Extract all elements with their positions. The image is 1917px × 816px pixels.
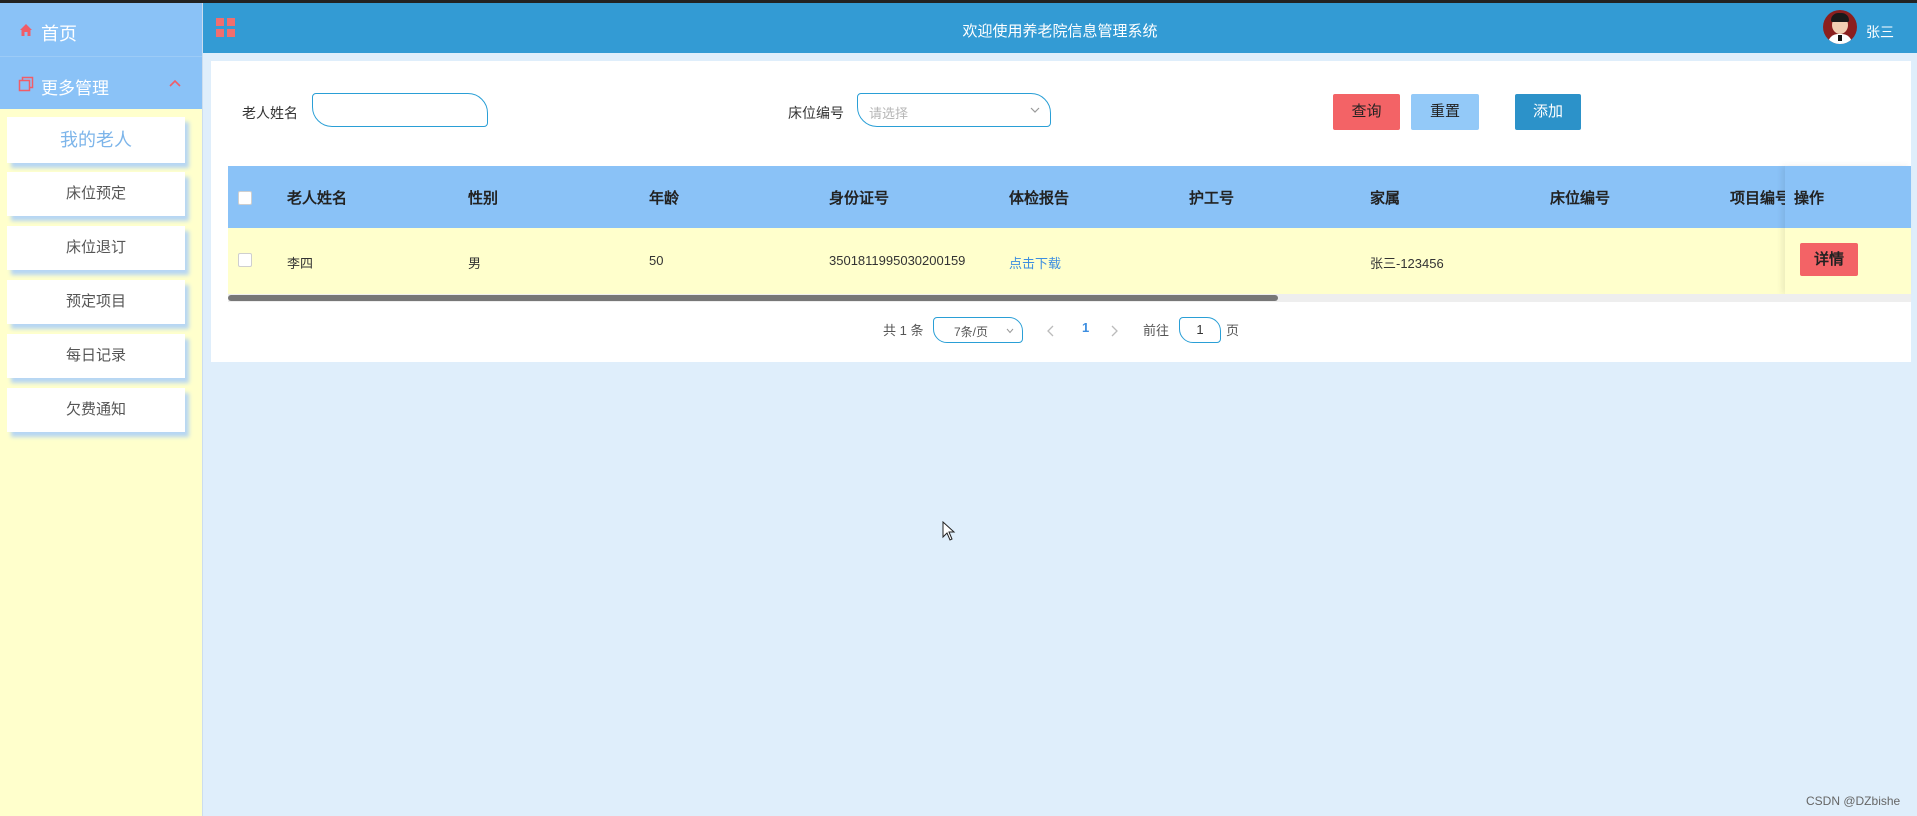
- select-all-checkbox[interactable]: [238, 191, 252, 205]
- col-id-number: 身份证号: [829, 190, 890, 207]
- sidebar: 首页 更多管理 我的老人 床位预定 床位退订 预定项目 每日记录 欠费通知: [0, 3, 203, 816]
- page-title: 欢迎使用养老院信息管理系统: [962, 23, 1158, 40]
- menu-home[interactable]: 首页: [0, 3, 202, 56]
- col-project-number: 项目编号: [1730, 190, 1791, 207]
- col-family: 家属: [1370, 190, 1401, 207]
- top-header: 欢迎使用养老院信息管理系统 张三: [203, 3, 1917, 53]
- query-button[interactable]: 查询: [1333, 94, 1400, 130]
- page-size-value: 7条/页: [954, 325, 989, 339]
- col-gender: 性别: [468, 190, 499, 207]
- cell-elder-name: 李四: [287, 256, 314, 271]
- fixed-action-column: 操作 详情: [1785, 166, 1911, 294]
- chevron-up-icon: [169, 79, 181, 87]
- add-button[interactable]: 添加: [1515, 94, 1581, 130]
- page-size-select[interactable]: 7条/页: [933, 317, 1023, 343]
- sidebar-item-label: 我的老人: [60, 130, 132, 150]
- sidebar-item-label: 床位预定: [65, 185, 126, 202]
- page-suffix: 页: [1226, 323, 1240, 338]
- scrollbar-thumb[interactable]: [228, 295, 1278, 301]
- table-horizontal-scrollbar[interactable]: [228, 294, 1911, 302]
- sidebar-item-daily-records[interactable]: 每日记录: [7, 334, 185, 378]
- table-header: 老人姓名 性别 年龄 身份证号 体检报告 护工号 家属 床位编号 项目编号: [228, 166, 1911, 228]
- menu-more-label: 更多管理: [41, 79, 109, 98]
- col-age: 年龄: [649, 190, 680, 207]
- sidebar-item-label: 床位退订: [65, 239, 126, 256]
- bed-number-select[interactable]: 请选择: [857, 93, 1051, 127]
- menu-more-management[interactable]: 更多管理: [0, 56, 202, 109]
- goto-page-input[interactable]: 1: [1179, 317, 1221, 343]
- bed-number-placeholder: 请选择: [869, 106, 909, 121]
- sidebar-item-my-elders[interactable]: 我的老人: [7, 117, 185, 163]
- avatar[interactable]: [1823, 10, 1857, 44]
- col-action: 操作: [1794, 190, 1825, 207]
- copy-icon: [18, 76, 34, 92]
- main-panel: 老人姓名 床位编号 请选择 查询 重置 添加 老人姓名 性别 年龄 身份证号 体…: [211, 61, 1911, 362]
- sidebar-item-bed-cancel[interactable]: 床位退订: [7, 226, 185, 270]
- mouse-cursor-icon: [942, 521, 956, 541]
- page-number-current[interactable]: 1: [1082, 320, 1089, 346]
- goto-label: 前往: [1143, 323, 1170, 338]
- col-health-report: 体检报告: [1009, 190, 1070, 207]
- cell-id-number: 350181199503020015​9: [829, 253, 966, 268]
- cell-age: 50: [649, 253, 664, 268]
- chevron-down-icon: [1006, 328, 1014, 334]
- sidebar-item-label: 欠费通知: [65, 401, 126, 418]
- elder-name-label: 老人姓名: [242, 105, 298, 121]
- col-elder-name: 老人姓名: [287, 190, 348, 207]
- bed-number-label: 床位编号: [788, 105, 844, 121]
- reset-button[interactable]: 重置: [1411, 94, 1479, 130]
- menu-home-label: 首页: [41, 24, 77, 44]
- elder-name-input[interactable]: [312, 93, 488, 127]
- sidebar-item-booked-projects[interactable]: 预定项目: [7, 280, 185, 324]
- row-checkbox[interactable]: [238, 253, 252, 267]
- sidebar-item-label: 预定项目: [65, 293, 126, 310]
- sidebar-item-bed-booking[interactable]: 床位预定: [7, 172, 185, 216]
- col-nurse-number: 护工号: [1189, 190, 1235, 207]
- next-page-icon[interactable]: [1109, 325, 1119, 337]
- prev-page-icon[interactable]: [1046, 325, 1056, 337]
- total-count: 共 1 条: [883, 323, 924, 338]
- username[interactable]: 张三: [1866, 22, 1894, 42]
- cell-gender: 男: [468, 256, 482, 271]
- download-report-link[interactable]: 点击下载: [1009, 253, 1061, 272]
- table-row: 李四 男 50 350181199503020015​9 点击下载 张三-123…: [228, 228, 1911, 294]
- watermark: CSDN @DZbishe: [1806, 794, 1901, 808]
- chevron-down-icon: [1030, 107, 1040, 113]
- col-bed-number: 床位编号: [1550, 190, 1611, 207]
- detail-button[interactable]: 详情: [1800, 243, 1858, 276]
- cell-family: 张三-123456: [1370, 256, 1444, 271]
- home-icon: [20, 24, 32, 36]
- sidebar-item-label: 每日记录: [65, 347, 126, 364]
- sidebar-item-arrears-notice[interactable]: 欠费通知: [7, 388, 185, 432]
